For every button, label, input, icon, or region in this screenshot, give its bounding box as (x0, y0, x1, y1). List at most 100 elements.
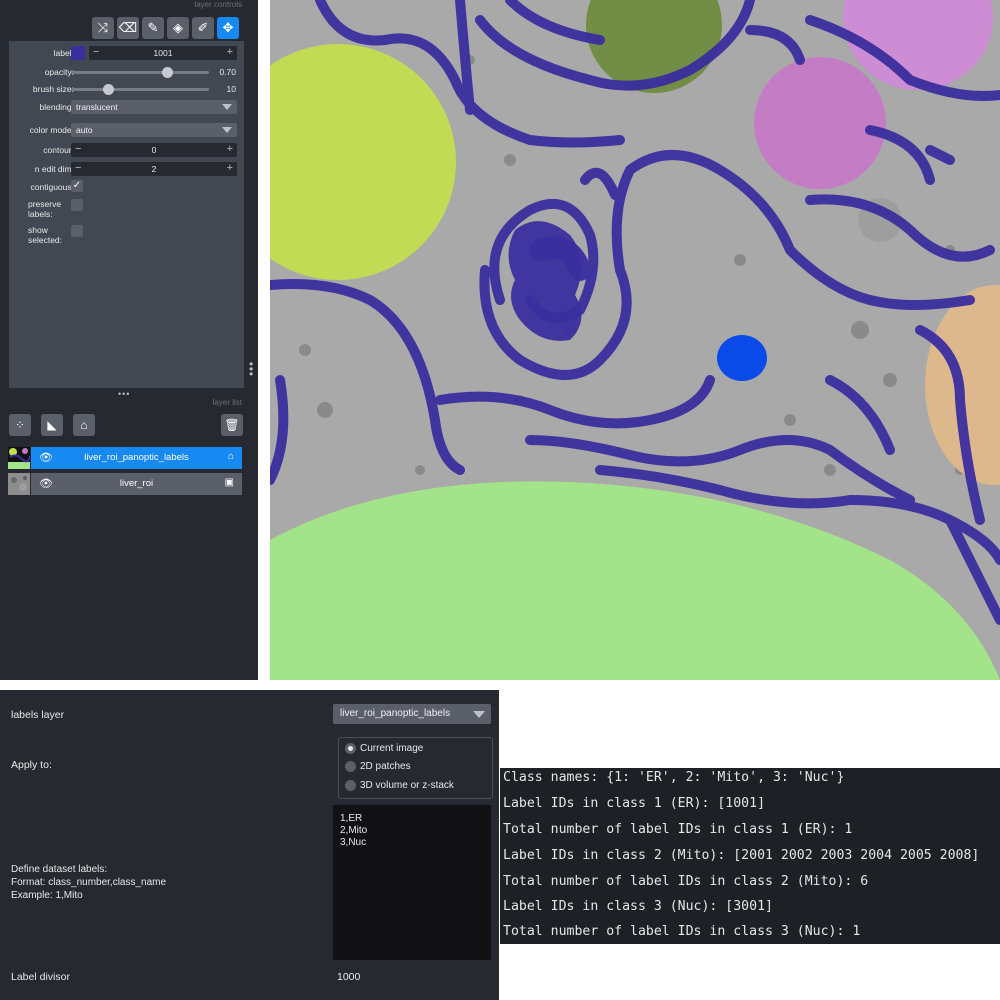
opacity-row: opacity: 0.70 (9, 64, 244, 80)
labels-icon: ⌂ (227, 451, 234, 462)
blending-dropdown[interactable]: translucent (71, 100, 237, 114)
opacity-label: opacity: (44, 67, 74, 77)
apply-to-label: Apply to: (11, 759, 52, 771)
dataset-label-line: 3,Nuc (340, 837, 367, 848)
brush-size-value: 10 (226, 84, 236, 94)
radio-label: Current image (360, 743, 424, 754)
label-divisor-label: Label divisor (11, 971, 70, 983)
console-line: Total number of label IDs in class 2 (Mi… (503, 874, 869, 889)
n-edit-dim-spinbox[interactable]: − 2 + (71, 162, 237, 176)
color-picker-button[interactable]: ✐ (192, 17, 214, 39)
new-labels-layer-button[interactable]: ⌂ (73, 414, 95, 436)
label-color-swatch[interactable] (71, 46, 85, 60)
layer-controls-panel: label: − 1001 + opacity: 0.70 brush size… (9, 41, 244, 388)
radio-label: 2D patches (360, 761, 411, 772)
preserve-labels-checkbox[interactable] (71, 199, 83, 211)
pan-zoom-button[interactable]: ✥ (217, 17, 239, 39)
mito-region-pink (754, 57, 886, 189)
layer-item-body[interactable]: 👁 liver_roi ▣ (31, 473, 242, 495)
color-picker-icon: ✐ (197, 20, 209, 35)
console-line: Label IDs in class 3 (Nuc): [3001] (503, 899, 773, 914)
napari-left-dock: layer controls ⤨ ⌫ ✎ ◈ ✐ ✥ label: − 1001… (0, 0, 258, 680)
radio-dot[interactable] (345, 780, 356, 791)
chevron-down-icon (222, 127, 232, 133)
show-selected-label-line1: show (28, 225, 48, 235)
radio-dot[interactable] (345, 743, 356, 754)
color-mode-row: color mode: auto (9, 122, 244, 138)
console-line: Total number of label IDs in class 3 (Nu… (503, 924, 861, 939)
define-labels-example: Example: 1,Mito (11, 890, 83, 901)
new-points-layer-icon: ⁘ (14, 418, 26, 432)
shuffle-colors-icon: ⤨ (97, 20, 109, 35)
n-edit-dim-row: n edit dim: − 2 + (9, 161, 244, 177)
paintbrush-icon: ✎ (147, 20, 159, 35)
contiguous-row: contiguous: ✓ (9, 179, 244, 195)
paintbrush-button[interactable]: ✎ (142, 17, 164, 39)
layer-list-header: layer list (8, 398, 246, 410)
layer-controls-title: layer controls (194, 0, 242, 9)
preserve-labels-label-line2: labels: (28, 209, 53, 219)
image-canvas[interactable] (270, 0, 1000, 680)
label-value: 1001 (153, 48, 173, 58)
opacity-value: 0.70 (219, 67, 236, 77)
brush-size-slider-handle[interactable] (102, 84, 114, 95)
radio-dot[interactable] (345, 761, 356, 772)
layer-item-image[interactable]: 👁 liver_roi ▣ (8, 473, 242, 495)
brush-size-label: brush size: (32, 84, 74, 94)
labels-layer-dropdown[interactable]: liver_roi_panoptic_labels (333, 704, 491, 724)
chevron-down-icon (222, 104, 232, 110)
new-shapes-layer-button[interactable]: ◣ (41, 414, 63, 436)
console-line: Label IDs in class 2 (Mito): [2001 2002 … (503, 848, 980, 863)
labels-tool-row: ⤨ ⌫ ✎ ◈ ✐ ✥ (92, 17, 239, 39)
define-labels-title: Define dataset labels: (11, 864, 108, 875)
eraser-button[interactable]: ⌫ (117, 17, 139, 39)
panoptic-labels-plugin-panel: labels layer liver_roi_panoptic_labels A… (0, 690, 499, 1000)
eraser-icon: ⌫ (118, 20, 138, 35)
labels-layer-label: labels layer (11, 709, 65, 721)
fill-bucket-icon: ◈ (173, 20, 183, 35)
console-line: Class names: {1: 'ER', 2: 'Mito', 3: 'Nu… (503, 770, 845, 785)
dataset-labels-textarea[interactable]: 1,ER 2,Mito 3,Nuc (333, 805, 491, 960)
apply-to-radio-group: Current image 2D patches 3D volume or z-… (338, 737, 493, 799)
dock-resize-handle[interactable]: • • • (249, 358, 253, 380)
label-spinbox[interactable]: − 1001 + (89, 46, 237, 60)
blending-row: blending: translucent (9, 99, 244, 115)
show-selected-label-line2: selected: (28, 235, 63, 245)
contour-label: contour: (43, 145, 74, 155)
blending-value: translucent (76, 102, 118, 112)
contiguous-label: contiguous: (30, 182, 74, 192)
define-labels-format: Format: class_number,class_name (11, 877, 167, 888)
increment-icon[interactable]: + (227, 143, 233, 156)
layer-name[interactable]: liver_roi_panoptic_labels (31, 452, 242, 463)
layer-name[interactable]: liver_roi (31, 478, 242, 489)
opacity-slider-handle[interactable] (162, 67, 174, 78)
fill-bucket-button[interactable]: ◈ (167, 17, 189, 39)
increment-icon[interactable]: + (227, 46, 233, 59)
preserve-labels-label: preserve labels: (28, 199, 61, 219)
shuffle-colors-button[interactable]: ⤨ (92, 17, 114, 39)
dataset-label-line: 2,Mito (340, 825, 368, 836)
checkmark-icon: ✓ (72, 180, 82, 191)
pan-zoom-icon: ✥ (222, 20, 234, 35)
show-selected-checkbox[interactable] (71, 225, 83, 237)
chevron-down-icon (473, 711, 485, 718)
console-output: Class names: {1: 'ER', 2: 'Mito', 3: 'Nu… (500, 768, 1000, 944)
brush-size-slider[interactable] (71, 88, 209, 91)
color-mode-dropdown[interactable]: auto (71, 123, 237, 137)
delete-layer-button[interactable]: 🗑 (221, 414, 243, 436)
labels-layer-value: liver_roi_panoptic_labels (340, 708, 451, 719)
new-shapes-layer-icon: ◣ (47, 418, 57, 432)
contour-spinbox[interactable]: − 0 + (71, 143, 237, 157)
show-selected-row: show selected: (9, 224, 244, 246)
opacity-slider[interactable] (71, 71, 209, 74)
contiguous-checkbox[interactable]: ✓ (71, 180, 83, 192)
layer-buttons-row: ⁘ ◣ ⌂ 🗑 (9, 414, 243, 436)
label-divisor-field[interactable]: 1000 (333, 966, 491, 988)
new-points-layer-button[interactable]: ⁘ (9, 414, 31, 436)
canvas-svg (270, 0, 1000, 680)
increment-icon[interactable]: + (227, 162, 233, 175)
layer-item-body[interactable]: 👁 liver_roi_panoptic_labels ⌂ (31, 447, 242, 469)
layer-controls-header: layer controls (8, 0, 246, 12)
contour-value: 0 (151, 145, 157, 155)
layer-item-labels[interactable]: 👁 liver_roi_panoptic_labels ⌂ (8, 447, 242, 469)
